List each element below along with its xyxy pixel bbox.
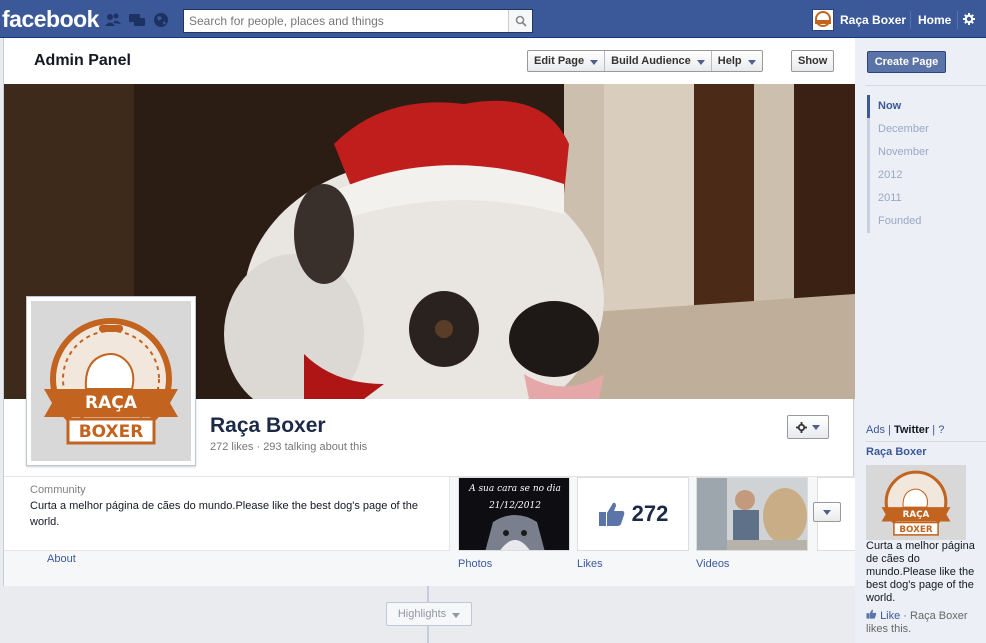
scrubber-item-december[interactable]: December: [870, 118, 929, 141]
photos-app-tile[interactable]: A sua cara se no dia 21/12/2012: [458, 477, 570, 551]
photos-label[interactable]: Photos: [458, 558, 492, 570]
chevron-down-icon: [747, 59, 756, 65]
ad-text: Curta a melhor página de cães do mundo.P…: [866, 540, 975, 604]
ad-logo-text-top: RAÇA: [903, 509, 930, 519]
highlights-label: Highlights: [397, 608, 447, 620]
logo-text-top: RAÇA: [85, 393, 138, 413]
videos-thumbnail: [697, 478, 807, 550]
scrubber-item-november[interactable]: November: [870, 141, 929, 164]
chevron-down-icon: [823, 509, 831, 515]
chevron-down-icon: [452, 612, 461, 618]
notification-jewels: [104, 12, 170, 28]
admin-panel-bar: Admin Panel Edit Page Build Audience Hel…: [4, 38, 855, 84]
help-label: Help: [717, 55, 742, 67]
divider: [910, 11, 911, 29]
videos-label[interactable]: Videos: [696, 558, 729, 570]
avatar: [812, 9, 834, 31]
ad-social-context: Like · Raça Boxer likes this.: [866, 609, 986, 636]
right-column: Create Page Now December November 2012 2…: [855, 38, 986, 643]
highlights-dropdown[interactable]: Highlights: [386, 602, 472, 626]
gear-icon: [796, 421, 807, 433]
separator: |: [932, 424, 936, 436]
logo-text-bottom: BOXER: [79, 422, 144, 442]
about-box: Community Curta a melhor página de cães …: [4, 477, 450, 551]
ad-like-link[interactable]: Like: [880, 610, 900, 622]
divider: [866, 85, 986, 86]
chevron-down-icon: [812, 424, 820, 430]
ad-logo-text-bottom: BOXER: [899, 524, 932, 534]
home-link[interactable]: Home: [918, 13, 951, 27]
show-admin-panel-button[interactable]: Show: [791, 50, 835, 72]
scrubber-item-2012[interactable]: 2012: [870, 164, 929, 187]
timeline-scrubber: Now December November 2012 2011 Founded: [867, 95, 929, 233]
admin-panel-title[interactable]: Admin Panel: [34, 52, 131, 70]
facebook-logo[interactable]: facebook: [2, 6, 99, 33]
create-page-button[interactable]: Create Page: [867, 51, 946, 73]
search-box: [183, 9, 533, 33]
search-button[interactable]: [508, 10, 532, 32]
page-category: Community: [30, 484, 86, 496]
chevron-down-icon: [696, 59, 705, 65]
ads-header: Ads | Twitter | ?: [866, 424, 944, 436]
page-stats: 272 likes · 293 talking about this: [210, 441, 368, 453]
raca-boxer-ad-logo: RAÇA BOXER: [881, 470, 951, 536]
admin-button-group: Edit Page Build Audience Help: [527, 50, 763, 72]
page-timeline-card: Admin Panel Edit Page Build Audience Hel…: [3, 38, 855, 586]
separator: |: [888, 424, 891, 436]
settings-gear-icon[interactable]: [963, 13, 975, 25]
photos-thumbnail: A sua cara se no dia 21/12/2012: [459, 478, 569, 550]
search-icon: [515, 15, 527, 27]
ad-image[interactable]: RAÇA BOXER: [866, 465, 966, 540]
ad-title[interactable]: Raça Boxer: [866, 446, 927, 458]
profile-picture[interactable]: RAÇA BOXER: [26, 296, 196, 466]
more-apps-button[interactable]: [813, 502, 841, 522]
build-audience-button[interactable]: Build Audience: [605, 51, 712, 71]
page-description: Curta a melhor página de cães do mundo.P…: [30, 500, 418, 528]
chevron-down-icon: [590, 59, 599, 65]
profile-link[interactable]: Raça Boxer: [812, 9, 906, 31]
divider: [957, 11, 958, 29]
raca-boxer-logo-icon: [815, 11, 831, 27]
photo-caption-line-2: 21/12/2012: [488, 501, 541, 511]
scrubber-item-2011[interactable]: 2011: [870, 187, 929, 210]
search-input[interactable]: [184, 10, 506, 32]
likes-app-tile[interactable]: 272: [577, 477, 689, 551]
profile-picture-image: RAÇA BOXER: [31, 301, 191, 461]
page-title[interactable]: Raça Boxer: [210, 414, 326, 438]
likes-label[interactable]: Likes: [577, 558, 603, 570]
page-settings-button[interactable]: [787, 415, 829, 439]
notifications-globe-icon[interactable]: [152, 12, 170, 28]
twitter-link[interactable]: Twitter: [894, 424, 929, 436]
likes-count: 272: [631, 501, 669, 526]
ads-link[interactable]: Ads: [866, 424, 885, 436]
edit-page-label: Edit Page: [534, 55, 585, 67]
ads-help-link[interactable]: ?: [938, 424, 944, 436]
thumbs-up-icon: [598, 502, 624, 526]
profile-name: Raça Boxer: [840, 13, 907, 27]
messages-icon[interactable]: [128, 12, 146, 28]
videos-app-tile[interactable]: [696, 477, 808, 551]
edit-page-button[interactable]: Edit Page: [528, 51, 606, 71]
scrubber-item-now[interactable]: Now: [867, 95, 929, 118]
about-link[interactable]: About: [47, 553, 76, 565]
build-audience-label: Build Audience: [611, 55, 691, 67]
divider: [866, 441, 986, 442]
thumbs-up-icon: [866, 609, 877, 619]
info-and-apps-section: Community Curta a melhor página de cães …: [4, 476, 855, 586]
friend-requests-icon[interactable]: [104, 12, 122, 28]
help-button[interactable]: Help: [712, 51, 762, 71]
scrubber-item-founded[interactable]: Founded: [870, 210, 929, 233]
top-navigation-bar: facebook Raça Boxer Home: [0, 0, 986, 38]
photo-caption-line-1: A sua cara se no dia: [468, 484, 561, 494]
raca-boxer-logo: RAÇA BOXER: [44, 318, 178, 445]
